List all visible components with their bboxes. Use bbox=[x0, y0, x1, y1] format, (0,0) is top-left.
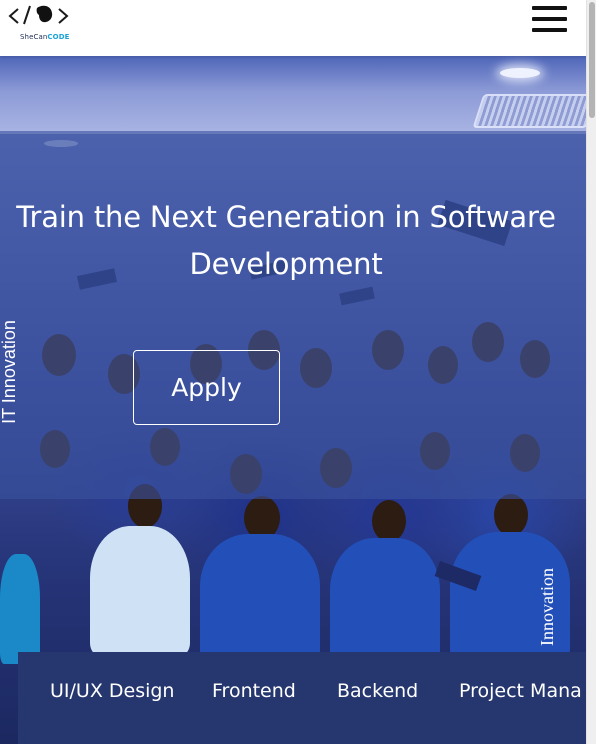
hero-headline: Train the Next Generation in Software De… bbox=[16, 200, 556, 281]
tab-ui-ux-design[interactable]: UI/UX Design bbox=[50, 680, 174, 702]
tab-frontend[interactable]: Frontend bbox=[212, 680, 296, 702]
logo-code-brackets-icon bbox=[8, 5, 69, 25]
ceiling-vent bbox=[472, 94, 587, 128]
scrollbar-thumb[interactable] bbox=[589, 2, 595, 118]
tab-backend[interactable]: Backend bbox=[337, 680, 418, 702]
logo-wordmark: SheCanCODE bbox=[20, 33, 70, 41]
hero-section: IT Innovation Innovation Train the Next … bbox=[0, 56, 587, 744]
ceiling bbox=[0, 56, 587, 134]
ceiling-light bbox=[500, 68, 540, 78]
vertical-label-left: IT Innovation bbox=[0, 320, 19, 424]
hero-overlay bbox=[0, 131, 587, 499]
tab-project-management[interactable]: Project Mana bbox=[459, 680, 582, 702]
hamburger-menu-icon[interactable] bbox=[532, 6, 567, 33]
vertical-label-right: Innovation bbox=[537, 568, 557, 646]
shecancode-logo[interactable]: SheCanCODE bbox=[8, 2, 72, 42]
page-scrollbar[interactable] bbox=[586, 0, 596, 744]
site-header: SheCanCODE bbox=[0, 0, 587, 56]
program-tabs: UI/UX Design Frontend Backend Project Ma… bbox=[18, 652, 587, 744]
apply-button[interactable]: Apply bbox=[133, 350, 280, 425]
